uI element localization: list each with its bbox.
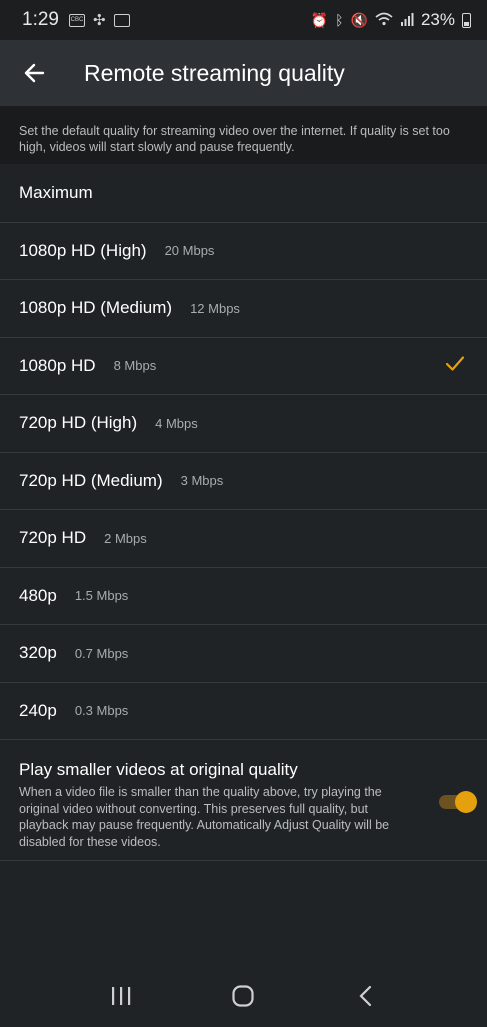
system-back-button[interactable] [346,976,386,1016]
original-quality-setting[interactable]: Play smaller videos at original quality … [0,739,487,861]
battery-level: 23% [420,10,455,29]
quality-option-label: 1080p HD (High) [19,240,147,260]
quality-option-label: 720p HD [19,528,87,548]
quality-option[interactable]: 480p 1.5 Mbps [0,566,487,625]
quality-option[interactable]: 240p 0.3 Mbps [0,681,487,740]
arrow-left-icon [24,63,45,83]
quality-option-label: 480p [19,585,57,605]
quality-option-bitrate: 3 Mbps [180,473,224,489]
quality-option-label: 1080p HD [19,355,96,375]
original-quality-title: Play smaller videos at original quality [19,760,298,779]
quality-option-label: 240p [19,700,57,720]
wifi-icon [375,12,393,29]
system-nav-bar [0,965,487,1027]
page-title: Remote streaming quality [84,59,345,86]
quality-option-label: Maximum [19,182,93,202]
mute-icon: 🔇 [350,11,368,28]
home-button[interactable] [223,976,263,1016]
status-bar: 1:29 CBC ✣ ⏰ ᛒ 🔇 23% [0,0,487,40]
toggle-thumb [455,791,477,813]
quality-option-bitrate: 0.7 Mbps [74,645,129,661]
recent-apps-icon [112,987,131,1005]
fan-icon: ✣ [92,11,106,29]
quality-option[interactable]: 320p 0.7 Mbps [0,624,487,682]
quality-option-bitrate: 12 Mbps [190,300,240,316]
quality-option-bitrate: 20 Mbps [164,243,215,259]
cbc-news-icon: CBC [68,13,85,27]
quality-option-label: 720p HD (High) [19,413,138,433]
quality-option[interactable]: 1080p HD 8 Mbps [0,336,487,395]
quality-option-label: 320p [19,643,57,663]
quality-option-bitrate: 8 Mbps [113,358,157,374]
app-bar: Remote streaming quality [0,40,487,106]
back-button[interactable] [18,57,50,89]
quality-option-label: 720p HD (Medium) [19,470,163,490]
bluetooth-icon: ᛒ [335,12,344,28]
quality-option[interactable]: Maximum [0,164,487,222]
recent-apps-button[interactable] [101,976,141,1016]
quality-description: Set the default quality for streaming vi… [0,106,487,164]
quality-option-bitrate: 1.5 Mbps [74,588,129,604]
quality-option[interactable]: 1080p HD (Medium) 12 Mbps [0,279,487,337]
original-quality-description: When a video file is smaller than the qu… [19,785,390,849]
status-time: 1:29 [22,9,59,30]
quality-options-list: Maximum 1080p HD (High) 20 Mbps 1080p HD (M… [0,164,487,739]
home-icon [232,985,255,1007]
checkmark-icon [445,355,465,376]
quality-option-bitrate: 0.3 Mbps [74,703,129,719]
original-quality-toggle[interactable] [439,791,477,813]
quality-option[interactable]: 720p HD (Medium) 3 Mbps [0,451,487,510]
quality-option-bitrate: 4 Mbps [155,415,198,431]
quality-option[interactable]: 720p HD (High) 4 Mbps [0,394,487,452]
quality-option[interactable]: 720p HD 2 Mbps [0,509,487,567]
quality-option-bitrate: 2 Mbps [104,530,147,546]
quality-option[interactable]: 1080p HD (High) 20 Mbps [0,221,487,280]
quality-option-label: 1080p HD (Medium) [19,298,173,318]
chevron-left-icon [359,985,371,1007]
alarm-icon: ⏰ [310,11,329,28]
signal-icon [400,12,414,29]
screen-share-icon [113,13,130,27]
battery-icon [462,12,471,28]
